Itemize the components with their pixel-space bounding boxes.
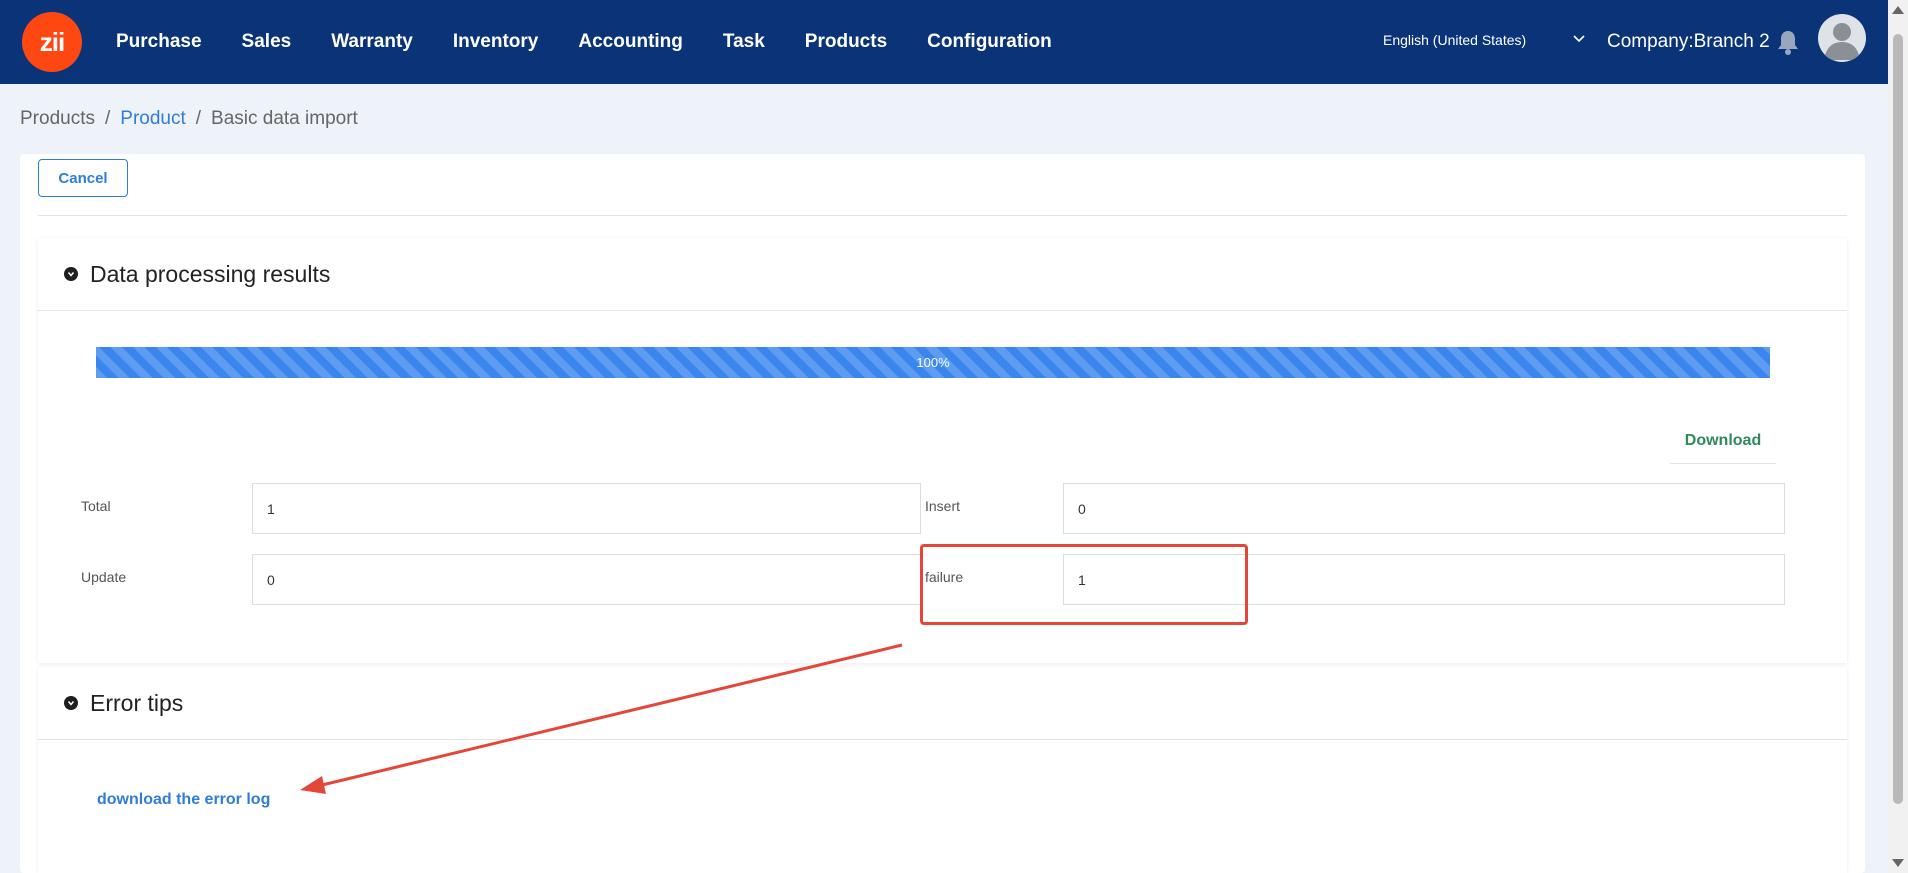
breadcrumb-separator: /: [195, 108, 202, 129]
collapse-chevron: [67, 701, 75, 706]
nav-sales[interactable]: Sales: [242, 31, 292, 53]
divider: [38, 215, 1847, 216]
logo-text: zii: [39, 26, 65, 57]
collapse-icon[interactable]: [64, 696, 78, 710]
download-button[interactable]: Download: [1670, 419, 1776, 464]
language-selector[interactable]: English (United States): [1383, 32, 1526, 48]
scroll-up-icon[interactable]: [1892, 6, 1904, 14]
nav-configuration[interactable]: Configuration: [927, 31, 1052, 53]
scroll-down-icon[interactable]: [1892, 859, 1904, 867]
insert-label: Insert: [925, 498, 961, 514]
main-card: Cancel Data processing results 100% Down…: [20, 154, 1865, 873]
avatar-silhouette: [1824, 23, 1860, 60]
nav-products[interactable]: Products: [805, 31, 887, 53]
bell-icon[interactable]: [1775, 28, 1801, 56]
breadcrumb-separator: /: [104, 108, 111, 129]
failure-label: failure: [925, 569, 964, 585]
error-section-header[interactable]: Error tips: [38, 667, 1847, 740]
collapse-chevron: [67, 272, 75, 277]
breadcrumb-current: Basic data import: [211, 108, 358, 129]
download-error-log-link[interactable]: download the error log: [97, 791, 270, 809]
page-scrollbar[interactable]: [1888, 0, 1908, 873]
update-field[interactable]: 0: [252, 554, 921, 605]
failure-field[interactable]: 1: [1063, 554, 1785, 605]
breadcrumb-product[interactable]: Product: [120, 108, 185, 130]
error-title: Error tips: [90, 689, 184, 716]
progress-label: 100%: [916, 355, 950, 370]
nav-task[interactable]: Task: [723, 31, 765, 53]
cancel-button[interactable]: Cancel: [38, 159, 128, 197]
error-section: Error tips download the error log: [38, 667, 1847, 873]
breadcrumb: Products / Product / Basic data import: [20, 108, 358, 130]
chevron-down-icon[interactable]: [1572, 32, 1586, 46]
nav-accounting[interactable]: Accounting: [578, 31, 683, 53]
nav-inventory[interactable]: Inventory: [453, 31, 539, 53]
breadcrumb-products[interactable]: Products: [20, 108, 95, 130]
results-section-header[interactable]: Data processing results: [38, 238, 1847, 311]
progress-bar: 100%: [96, 347, 1770, 378]
results-title: Data processing results: [90, 260, 331, 287]
avatar-icon[interactable]: [1818, 14, 1866, 62]
scroll-thumb[interactable]: [1893, 34, 1903, 804]
total-label: Total: [81, 498, 111, 514]
total-field[interactable]: 1: [252, 483, 921, 534]
insert-field[interactable]: 0: [1063, 483, 1785, 534]
nav-warranty[interactable]: Warranty: [331, 31, 413, 53]
main-nav: Purchase Sales Warranty Inventory Accoun…: [116, 0, 1052, 84]
nav-purchase[interactable]: Purchase: [116, 31, 202, 53]
company-switcher[interactable]: Company:Branch 2: [1607, 31, 1770, 53]
top-navbar: zii Purchase Sales Warranty Inventory Ac…: [0, 0, 1888, 84]
update-label: Update: [81, 569, 127, 585]
results-section: Data processing results 100% Download To…: [38, 238, 1847, 663]
app-logo[interactable]: zii: [22, 12, 82, 72]
collapse-icon[interactable]: [64, 267, 78, 281]
